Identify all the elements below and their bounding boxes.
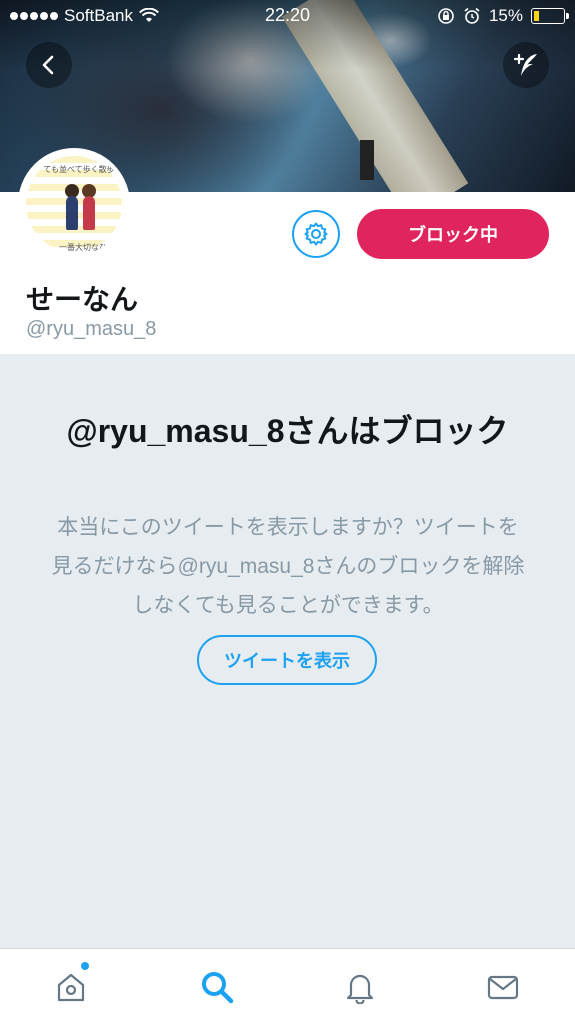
back-button[interactable] [26, 42, 72, 88]
tab-bar [0, 948, 575, 1025]
gear-icon [304, 222, 328, 246]
home-unread-dot [81, 962, 89, 970]
tab-messages[interactable] [483, 967, 523, 1007]
avatar-text-bottom: 一番大切なひ [59, 243, 107, 252]
show-tweets-button[interactable]: ツイートを表示 [197, 635, 377, 685]
compose-tweet-icon [513, 53, 537, 76]
display-name: せーなん [26, 284, 139, 315]
status-bar: SoftBank 22:20 15% [0, 0, 575, 32]
home-icon [57, 973, 85, 1002]
avatar-text-top: ても並べて歩く散歩道 [43, 165, 123, 174]
tab-notifications[interactable] [340, 967, 380, 1007]
blocked-title: @ryu_masu_8さんはブロック [66, 413, 509, 449]
notifications-icon [346, 974, 374, 1004]
messages-icon [487, 975, 519, 1000]
avatar-figure-body [83, 196, 95, 230]
avatar-figure-body [66, 196, 78, 230]
avatar[interactable]: ても並べて歩く散歩道 一番大切なひ [18, 148, 130, 260]
user-handle: @ryu_masu_8 [26, 318, 157, 340]
battery-icon [531, 8, 569, 24]
profile-settings-button[interactable] [292, 210, 340, 258]
rotation-lock-icon [438, 8, 454, 24]
chevron-left-icon [42, 55, 54, 75]
status-right: 15% [437, 6, 569, 26]
tab-search[interactable] [197, 967, 237, 1007]
alarm-icon [464, 7, 480, 24]
compose-tweet-button[interactable] [503, 42, 549, 88]
blocked-button[interactable]: ブロック中 [357, 209, 549, 259]
search-icon [202, 972, 234, 1004]
battery-percent: 15% [488, 6, 523, 25]
avatar-image: ても並べて歩く散歩道 一番大切なひ [26, 156, 123, 252]
blocked-message: 本当にこのツイートを表示しますか？ツイートを見るだけなら@ryu_masu_8さ… [51, 516, 525, 617]
banner-pickup [360, 140, 374, 180]
tab-home[interactable] [51, 967, 91, 1007]
